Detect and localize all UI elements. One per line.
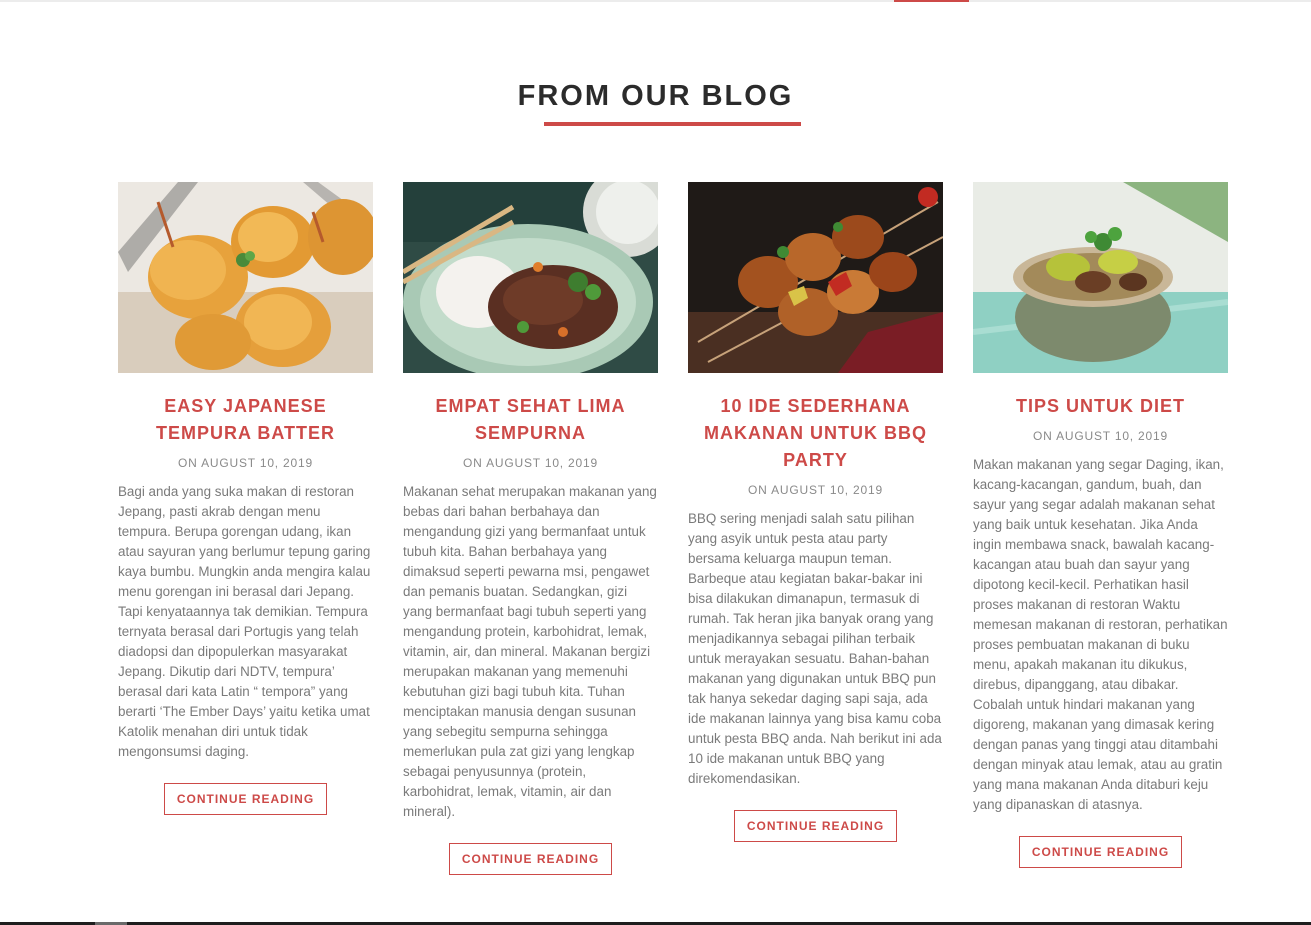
blog-card: 10 IDE SEDERHANA MAKANAN UNTUK BBQ PARTY… (688, 182, 943, 842)
top-divider (0, 0, 1311, 2)
continue-reading-button[interactable]: CONTINUE READING (448, 843, 613, 875)
post-date: ON AUGUST 10, 2019 (748, 483, 883, 497)
post-date: ON AUGUST 10, 2019 (178, 456, 313, 470)
title-underline (544, 122, 801, 126)
post-date: ON AUGUST 10, 2019 (1033, 429, 1168, 443)
fried-tempura-photo[interactable] (118, 182, 373, 373)
continue-reading-button[interactable]: CONTINUE READING (1018, 836, 1183, 868)
post-title[interactable]: 10 IDE SEDERHANA MAKANAN UNTUK BBQ PARTY (688, 393, 943, 474)
post-title[interactable]: EASY JAPANESE TEMPURA BATTER (118, 393, 373, 447)
blog-section: FROM OUR BLOG EASY JAPANESE TEMPURA BATT… (0, 0, 1311, 925)
post-excerpt: BBQ sering menjadi salah satu pilihan ya… (688, 511, 942, 786)
bbq-skewers-photo[interactable] (688, 182, 943, 373)
blog-card: EMPAT SEHAT LIMA SEMPURNA ON AUGUST 10, … (403, 182, 658, 875)
continue-reading-button[interactable]: CONTINUE READING (163, 783, 328, 815)
post-title[interactable]: TIPS UNTUK DIET (973, 393, 1228, 420)
post-excerpt: Makanan sehat merupakan makanan yang beb… (403, 484, 657, 819)
blog-card: EASY JAPANESE TEMPURA BATTER ON AUGUST 1… (118, 182, 373, 815)
post-excerpt: Bagi anda yang suka makan di restoran Je… (118, 484, 371, 759)
rice-bowl-photo[interactable] (403, 182, 658, 373)
section-title: FROM OUR BLOG (517, 80, 794, 112)
blog-card: TIPS UNTUK DIET ON AUGUST 10, 2019 Makan… (973, 182, 1228, 868)
continue-reading-button[interactable]: CONTINUE READING (733, 810, 898, 842)
post-excerpt: Makan makanan yang segar Daging, ikan, k… (973, 457, 1228, 812)
active-nav-indicator (894, 0, 969, 2)
vegetable-bowl-photo[interactable] (973, 182, 1228, 373)
post-date: ON AUGUST 10, 2019 (463, 456, 598, 470)
post-title[interactable]: EMPAT SEHAT LIMA SEMPURNA (403, 393, 658, 447)
